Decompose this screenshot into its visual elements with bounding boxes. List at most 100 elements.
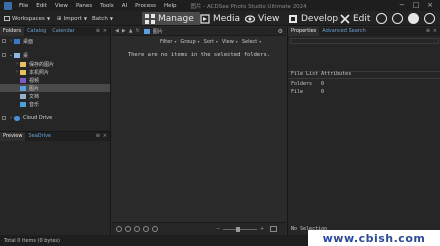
import-icon: ⊞ [57,15,62,22]
music-folder-icon [20,101,26,107]
tree-item-desktop[interactable]: › 桌面 [0,37,110,45]
media-icon [200,13,210,24]
minimize-icon[interactable]: − [397,1,407,10]
properties-panel: Properties Advanced Search ⊕ × File List… [287,27,440,235]
settings-icon[interactable]: ⚙ [278,28,283,35]
view-menu[interactable]: View [222,39,234,45]
up-folder-icon[interactable]: ▲ [129,28,133,34]
pin-icon[interactable]: ⊕ [96,28,100,34]
tree-item-pictures[interactable]: 图片 [0,84,110,92]
checkbox[interactable] [2,116,6,120]
chevron-down-icon: ▼ [46,16,51,21]
pin-icon[interactable]: ⊕ [426,28,430,34]
checkbox[interactable] [2,53,6,57]
mode-develop-label: Develop [301,13,339,24]
import-menu[interactable]: ⊞ Import ▼ [57,13,87,24]
menu-process[interactable]: Process [135,3,156,9]
develop-icon [288,14,298,24]
tab-preview[interactable]: Preview [0,132,26,141]
workspaces-icon [4,16,10,21]
close-panel-icon[interactable]: × [103,133,107,139]
workspaces-label: Workspaces [12,15,45,22]
account-icon[interactable] [424,13,435,24]
preview-tabs: Preview SeaDrive ⊕ × [0,132,110,141]
menu-tools[interactable]: Tools [100,3,114,9]
tree-item-cloud-drive[interactable]: › Cloud Drive [0,114,110,122]
slider-handle[interactable] [236,227,240,232]
chevron-down-icon: ▼ [83,16,87,21]
status-text: Total 0 items (0 bytes) [4,237,60,244]
tab-folders[interactable]: Folders [0,27,25,36]
close-panel-icon[interactable]: × [433,28,437,34]
batch-label: Batch [92,15,108,22]
tab-properties[interactable]: Properties [288,27,320,36]
tab-seadrive[interactable]: SeaDrive [25,132,54,141]
attr-file-label: File [291,89,304,95]
face-icon[interactable] [408,13,419,24]
app-icon [4,1,12,10]
thumbnail-size-slider[interactable] [223,229,257,230]
rotate-left-icon[interactable] [116,226,122,232]
menu-ai[interactable]: AI [122,3,127,9]
tree-item-label: 保存的图片 [29,61,55,68]
mode-media[interactable]: Media [200,12,240,25]
menu-view[interactable]: View [55,3,68,9]
mode-edit[interactable]: Edit [340,12,370,25]
tree-item-documents[interactable]: 文档 [0,92,110,100]
menu-file[interactable]: File [19,3,28,9]
share-icon[interactable] [152,226,158,232]
batch-menu[interactable]: Batch ▼ [92,13,113,24]
zoom-out-icon[interactable]: − [216,226,220,232]
tree-item-saved-pictures[interactable]: › 保存的图片 [0,60,110,68]
folders-panel: Folders Catalog Calendar ⊕ × › 桌面 ⌄ 桌 › … [0,27,111,131]
zoom-in-icon[interactable]: + [260,226,264,232]
tree-item-camera-roll[interactable]: › 本机照片 [0,68,110,76]
mode-develop[interactable]: Develop [288,12,338,25]
attr-file-value: 0 [321,89,325,95]
filter-menu[interactable]: Filter [160,39,172,45]
folder-icon [14,52,20,58]
desktop-folder-icon [14,38,20,44]
menu-panes[interactable]: Panes [76,3,92,9]
toolbar: Workspaces ▼ ⊞ Import ▼ Batch ▼ Manage M… [0,11,440,26]
map-icon[interactable] [143,226,149,232]
file-list-bottom-bar: − + [112,222,286,235]
mode-manage[interactable]: Manage [142,12,200,25]
tab-advanced-search[interactable]: Advanced Search [319,27,368,36]
menu-edit[interactable]: Edit [36,3,47,9]
folder-icon [20,69,26,75]
group-menu[interactable]: Group [180,39,195,45]
mode-view[interactable]: View [244,12,279,25]
back-icon[interactable]: ◀ [115,28,119,34]
tab-catalog[interactable]: Catalog [24,27,49,36]
tree-item-root[interactable]: ⌄ 桌 [0,51,110,59]
people-icon[interactable] [392,13,403,24]
forward-icon[interactable]: ▶ [122,28,126,34]
pictures-folder-icon [20,85,26,91]
tree-item-label: 音乐 [29,101,40,108]
tab-calendar[interactable]: Calendar [49,27,77,36]
compare-icon[interactable] [134,226,140,232]
maximize-icon[interactable]: □ [411,1,421,10]
close-icon[interactable]: × [425,1,435,10]
view-mode-icon[interactable] [270,226,277,232]
tree-item-label: 图片 [29,85,40,92]
rotate-right-icon[interactable] [125,226,131,232]
filter-bar: Filter ▾ Group ▾ Sort ▾ View ▾ Select ▾ [112,37,286,46]
checkbox[interactable] [2,39,6,43]
menu-help[interactable]: Help [164,3,177,9]
breadcrumb-item[interactable]: 图片 [153,28,163,35]
pin-icon[interactable]: ⊕ [96,133,100,139]
divider [288,78,440,79]
tree-item-videos[interactable]: 视频 [0,76,110,84]
select-menu[interactable]: Select [242,39,257,45]
workspaces-menu[interactable]: Workspaces ▼ [4,13,50,24]
refresh-icon[interactable]: ↻ [136,28,140,34]
tree-item-music[interactable]: 音乐 [0,100,110,108]
watermark: www.cbish.com [308,230,440,246]
dashboard-icon[interactable] [376,13,387,24]
sort-menu[interactable]: Sort [204,39,214,45]
close-panel-icon[interactable]: × [103,28,107,34]
folder-icon [20,61,26,67]
file-list-area[interactable] [112,27,286,235]
